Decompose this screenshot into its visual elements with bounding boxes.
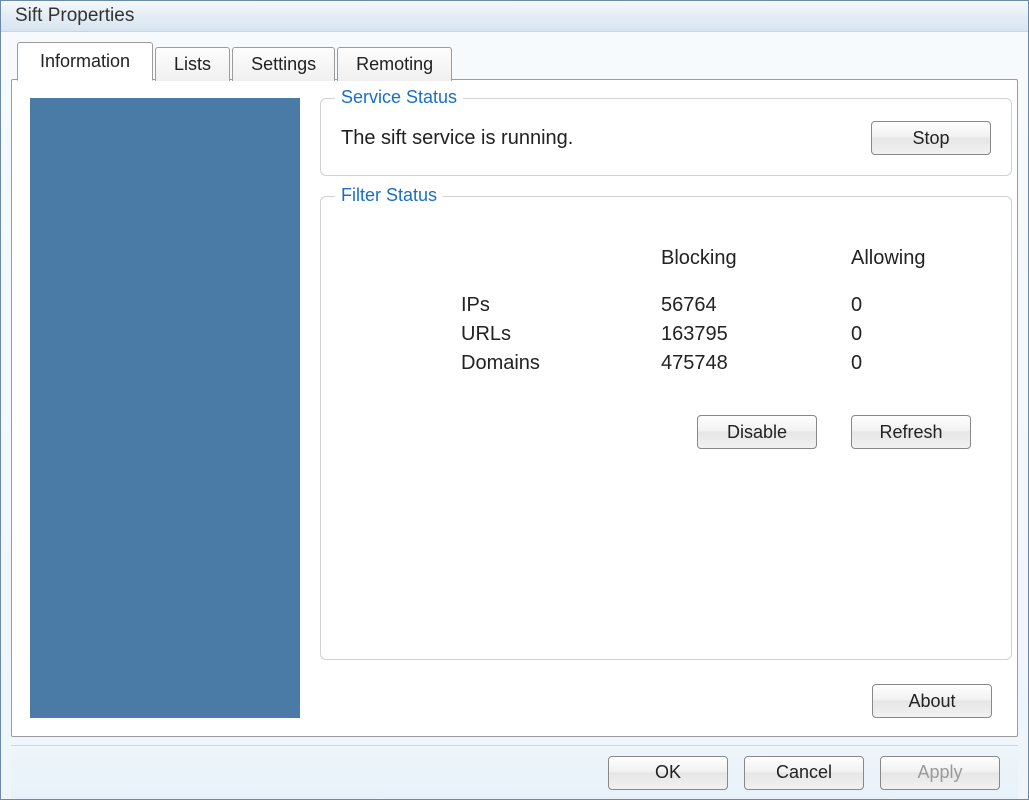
filter-row-ips: IPs 56764 0 [461,294,971,317]
filter-row-domains: Domains 475748 0 [461,352,971,375]
urls-allowing: 0 [851,323,971,346]
about-button[interactable]: About [872,684,992,718]
info-right-column: Service Status The sift service is runni… [320,98,1012,718]
tab-panel-information: Service Status The sift service is runni… [11,79,1018,737]
service-status-row: The sift service is running. Stop [341,115,991,155]
filter-buttons-row: Disable Refresh [341,415,971,449]
tab-information[interactable]: Information [17,42,153,81]
domains-label: Domains [461,352,661,375]
tab-settings[interactable]: Settings [232,47,335,81]
ips-allowing: 0 [851,294,971,317]
filter-status-group: Filter Status Blocking Allowing IPs 5676… [320,196,1012,660]
tab-strip: Information Lists Settings Remoting [17,44,1018,80]
ips-label: IPs [461,294,661,317]
apply-button[interactable]: Apply [880,756,1000,790]
window-title: Sift Properties [15,5,134,27]
tab-remoting[interactable]: Remoting [337,47,452,81]
tab-lists[interactable]: Lists [155,47,230,81]
title-bar: Sift Properties [1,1,1028,32]
refresh-button[interactable]: Refresh [851,415,971,449]
dialog-footer: OK Cancel Apply [11,745,1018,799]
service-status-group: Service Status The sift service is runni… [320,98,1012,176]
dialog-window: Sift Properties Information Lists Settin… [0,0,1029,800]
service-status-title: Service Status [335,87,463,108]
cancel-button[interactable]: Cancel [744,756,864,790]
ips-blocking: 56764 [661,294,851,317]
filter-header-row: Blocking Allowing [461,247,971,270]
service-status-message: The sift service is running. [341,127,573,150]
allowing-header: Allowing [851,247,971,270]
filter-row-urls: URLs 163795 0 [461,323,971,346]
ok-button[interactable]: OK [608,756,728,790]
blocking-header: Blocking [661,247,851,270]
client-area: Information Lists Settings Remoting Serv… [1,32,1028,799]
urls-blocking: 163795 [661,323,851,346]
domains-blocking: 475748 [661,352,851,375]
about-row: About [320,684,992,718]
sidebar-banner [30,98,300,718]
filter-status-title: Filter Status [335,185,443,206]
stop-button[interactable]: Stop [871,121,991,155]
filter-table: Blocking Allowing IPs 56764 0 URLs 16379… [461,247,971,375]
urls-label: URLs [461,323,661,346]
disable-button[interactable]: Disable [697,415,817,449]
domains-allowing: 0 [851,352,971,375]
